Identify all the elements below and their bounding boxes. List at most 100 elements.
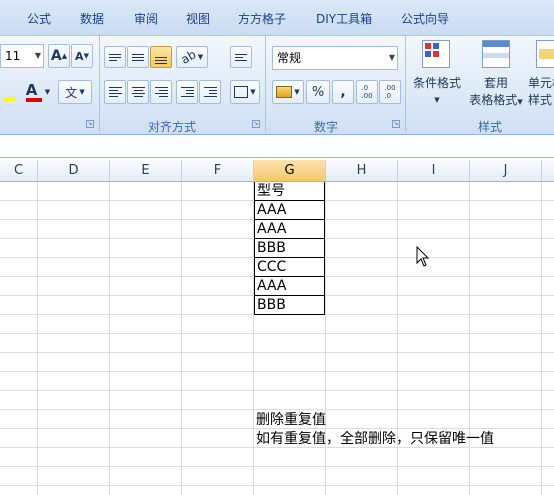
number-dialog-launcher[interactable]: ↘: [392, 120, 400, 128]
tab-data[interactable]: 数据: [80, 10, 104, 27]
align-right-icon: [154, 87, 168, 97]
font-size-value: 11: [5, 49, 21, 63]
align-left-icon: [108, 87, 122, 97]
font-size-combo[interactable]: 11 ▼: [0, 44, 44, 68]
cell-value[interactable]: BBB: [254, 296, 325, 315]
chevron-down-icon: ▼: [250, 88, 256, 96]
chevron-down-icon: ▼: [79, 88, 85, 96]
chevron-down-icon: ▼: [44, 88, 51, 96]
cell-value[interactable]: AAA: [254, 201, 325, 220]
increase-indent-button[interactable]: [199, 80, 221, 104]
column-header-e[interactable]: E: [110, 160, 182, 181]
font-dialog-launcher[interactable]: ↘: [86, 120, 94, 128]
cell-value[interactable]: CCC: [254, 258, 325, 277]
conditional-format-icon: [422, 40, 450, 68]
font-color-letter: A: [25, 81, 38, 99]
phonetic-button[interactable]: 文 ▼: [58, 80, 92, 104]
note-remove-duplicates: 删除重复值: [256, 412, 326, 428]
column-header-i[interactable]: I: [398, 160, 470, 181]
chevron-down-icon: ▼: [388, 53, 395, 62]
decrease-indent-button[interactable]: [176, 80, 198, 104]
column-header-row: C D E F G H I J: [0, 160, 554, 182]
column-header-g[interactable]: G: [254, 160, 326, 181]
grow-font-icon: A: [50, 48, 62, 64]
comma-icon: ,: [340, 84, 346, 100]
wrap-text-icon: [235, 53, 247, 61]
chevron-down-icon: ▼: [517, 98, 523, 106]
number-group-label: 数字: [314, 120, 339, 134]
chevron-down-icon: ▼: [197, 53, 204, 61]
conditional-format-button[interactable]: 条件格式 ▼: [412, 74, 462, 105]
align-top-button[interactable]: [104, 46, 126, 68]
cell-style-label-2: 样式: [528, 93, 553, 107]
align-middle-button[interactable]: [127, 46, 149, 68]
orientation-icon: ab: [178, 47, 199, 67]
cell-style-label-1: 单元格: [528, 76, 554, 90]
column-header-f[interactable]: F: [182, 160, 254, 181]
decrease-decimal-icon: .00.0: [384, 84, 396, 100]
tab-formulas[interactable]: 公式: [27, 10, 51, 27]
chevron-down-icon: ▼: [294, 88, 300, 96]
align-left-button[interactable]: [104, 80, 126, 104]
font-group: 11 ▼ A ▲ A ▼ A ▼ 文 ▼ ↘: [0, 36, 100, 132]
currency-icon: [276, 86, 293, 98]
tab-view[interactable]: 视图: [186, 10, 210, 27]
align-middle-icon: [132, 53, 144, 61]
percent-icon: %: [311, 84, 325, 100]
increase-decimal-button[interactable]: .0.00: [356, 80, 378, 104]
fill-color-button[interactable]: [0, 80, 20, 104]
merge-center-button[interactable]: ▼: [230, 80, 260, 104]
worksheet-grid[interactable]: 型号 AAA AAA BBB CCC AAA BBB 删除重复值 如有重复值，全…: [0, 182, 554, 495]
table-format-button[interactable]: 套用 表格格式▼: [466, 74, 526, 108]
tab-fangfang[interactable]: 方方格子: [238, 10, 286, 27]
table-format-icon: [482, 40, 510, 68]
decrease-decimal-button[interactable]: .00.0: [379, 80, 401, 104]
tab-review[interactable]: 审阅: [134, 10, 158, 27]
align-bottom-button[interactable]: [150, 46, 172, 68]
tab-formula-wizard[interactable]: 公式向导: [401, 10, 449, 27]
cell-style-button[interactable]: 单元格 样式: [528, 74, 554, 108]
shrink-font-button[interactable]: A ▼: [71, 44, 93, 68]
column-header-h[interactable]: H: [326, 160, 398, 181]
merge-cells-icon: [234, 86, 249, 98]
cell-value[interactable]: AAA: [254, 277, 325, 296]
column-header-j[interactable]: J: [470, 160, 542, 181]
accounting-format-button[interactable]: ▼: [272, 80, 304, 104]
cell-value[interactable]: AAA: [254, 220, 325, 239]
number-group: 常规 ▼ ▼ % , .0.00 .00.0 数字 ↘: [266, 36, 406, 134]
cell-value[interactable]: BBB: [254, 239, 325, 258]
wrap-text-button[interactable]: [230, 46, 252, 68]
font-color-icon: A: [25, 81, 42, 103]
styles-group-label: 样式: [478, 120, 503, 134]
cell-g-header[interactable]: 型号: [254, 182, 325, 201]
shrink-font-icon: A: [75, 49, 84, 63]
align-center-button[interactable]: [127, 80, 149, 104]
note-keep-unique: 如有重复值，全部删除，只保留唯一值: [256, 431, 494, 447]
ribbon-tab-bar: 公式 数据 审阅 视图 方方格子 DIY工具箱 公式向导: [0, 0, 554, 35]
table-format-label-1: 套用: [483, 76, 508, 90]
alignment-dialog-launcher[interactable]: ↘: [252, 120, 260, 128]
mouse-cursor-icon: [416, 246, 430, 267]
styles-group: 条件格式 ▼ 套用 表格格式▼ 单元格 样式 样式: [406, 36, 554, 134]
grow-font-button[interactable]: A ▲: [48, 44, 70, 68]
align-right-button[interactable]: [150, 80, 172, 104]
increase-decimal-icon: .0.00: [361, 84, 373, 100]
phonetic-icon: 文: [65, 85, 78, 100]
alignment-group-label: 对齐方式: [148, 120, 197, 134]
align-center-icon: [131, 87, 145, 97]
comma-style-button[interactable]: ,: [332, 80, 354, 104]
alignment-group: ab ▼ ▼ 对齐方式 ↘: [100, 36, 266, 134]
tab-diy-toolbox[interactable]: DIY工具箱: [316, 10, 372, 27]
align-bottom-icon: [155, 56, 167, 64]
fill-color-icon: [4, 97, 16, 101]
column-header-d[interactable]: D: [38, 160, 110, 181]
formula-bar[interactable]: [0, 136, 554, 158]
percent-style-button[interactable]: %: [306, 80, 330, 104]
font-color-button[interactable]: A ▼: [22, 80, 54, 104]
conditional-format-label: 条件格式: [412, 76, 461, 90]
table-format-label-2: 表格格式: [469, 93, 518, 107]
align-top-icon: [109, 53, 121, 61]
column-header-c[interactable]: C: [0, 160, 38, 181]
number-format-combo[interactable]: 常规 ▼: [272, 46, 398, 70]
orientation-button[interactable]: ab ▼: [176, 46, 208, 68]
